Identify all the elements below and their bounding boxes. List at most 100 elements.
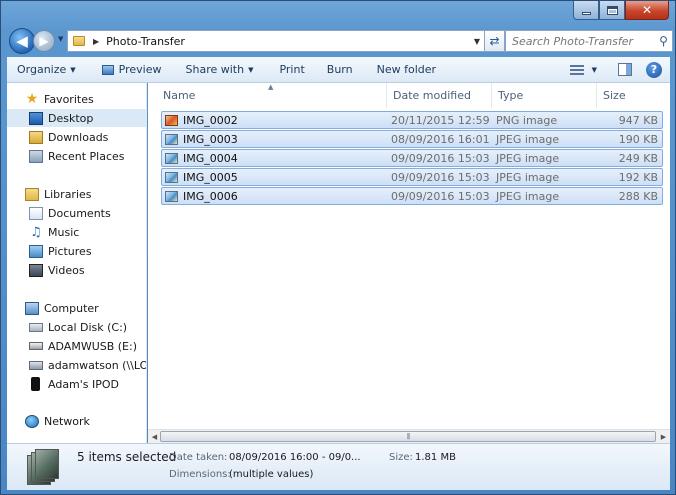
computer-header[interactable]: Computer xyxy=(25,299,99,317)
file-name-cell: IMG_0003 xyxy=(165,131,238,148)
close-icon: ✕ xyxy=(641,3,653,17)
close-button[interactable]: ✕ xyxy=(625,1,669,20)
nav-item-ipod[interactable]: Adam's IPOD xyxy=(29,375,119,393)
star-icon: ★ xyxy=(25,90,39,107)
navigation-pane: ★ Favorites Desktop Downloads Recent Plac… xyxy=(7,83,147,443)
change-view-button[interactable]: ▼ xyxy=(563,59,604,81)
explorer-window: ✕ ◀ ▶ ▼ ▶ Photo-Transfer ▼ ⇄ ⚲ Organize▼… xyxy=(0,0,676,495)
help-button[interactable]: ? xyxy=(646,61,662,78)
jpeg-image-icon xyxy=(165,153,178,164)
nav-label: Adam's IPOD xyxy=(48,377,120,391)
column-header-type[interactable]: Type xyxy=(491,83,596,108)
print-button[interactable]: Print xyxy=(272,59,311,81)
file-date: 08/09/2016 16:01 xyxy=(391,133,490,146)
breadcrumb-current[interactable]: Photo-Transfer xyxy=(106,35,470,48)
share-with-menu[interactable]: Share with ▼ xyxy=(179,59,261,81)
scroll-right-button[interactable]: ▶ xyxy=(658,431,669,442)
nav-item-network-drive[interactable]: adamwatson (\\LON xyxy=(29,356,146,374)
search-input[interactable] xyxy=(506,34,655,48)
hard-drive-icon xyxy=(29,322,43,332)
desktop-icon xyxy=(29,111,43,125)
address-history-dropdown[interactable]: ▼ xyxy=(470,37,484,46)
minimize-icon xyxy=(581,11,591,15)
caption-buttons: ✕ xyxy=(573,1,669,21)
scrollbar-thumb[interactable]: ||| xyxy=(160,431,656,442)
file-row[interactable]: IMG_0005 09/09/2016 15:03 JPEG image 192… xyxy=(161,168,663,186)
burn-button[interactable]: Burn xyxy=(320,59,360,81)
size-label: Size: xyxy=(389,452,413,463)
date-taken-value[interactable]: 08/09/2016 16:00 - 09/0... xyxy=(229,452,361,463)
minimize-button[interactable] xyxy=(573,1,599,20)
recent-places-icon xyxy=(29,149,43,163)
nav-label: Computer xyxy=(44,301,99,315)
column-header-row: Name ▲ Date modified Type Size xyxy=(148,83,670,108)
preview-button[interactable]: Preview xyxy=(95,59,169,81)
new-folder-label: New folder xyxy=(376,63,437,76)
nav-label: ADAMWUSB (E:) xyxy=(48,339,138,353)
chevron-down-icon: ▼ xyxy=(591,65,597,74)
column-header-date-modified[interactable]: Date modified xyxy=(386,83,491,108)
address-row: ◀ ▶ ▼ ▶ Photo-Transfer ▼ ⇄ ⚲ xyxy=(7,25,673,57)
file-row[interactable]: IMG_0004 09/09/2016 15:03 JPEG image 249… xyxy=(161,149,663,167)
refresh-button[interactable]: ⇄ xyxy=(485,30,505,52)
dimensions-value[interactable]: (multiple values) xyxy=(229,469,313,480)
forward-arrow-icon: ▶ xyxy=(39,34,49,48)
file-row[interactable]: IMG_0003 08/09/2016 16:01 JPEG image 190… xyxy=(161,130,663,148)
nav-item-recent-places[interactable]: Recent Places xyxy=(29,147,125,165)
file-type: JPEG image xyxy=(496,190,560,203)
nav-item-usb-drive[interactable]: ADAMWUSB (E:) xyxy=(29,337,137,355)
organize-menu[interactable]: Organize ▼ xyxy=(7,59,83,81)
nav-item-local-disk[interactable]: Local Disk (C:) xyxy=(29,318,127,336)
back-button[interactable]: ◀ xyxy=(9,28,35,54)
nav-label: Libraries xyxy=(44,187,92,201)
organize-label: Organize xyxy=(17,63,67,76)
libraries-header[interactable]: Libraries xyxy=(25,185,92,203)
scroll-left-button[interactable]: ◀ xyxy=(149,431,160,442)
nav-item-videos[interactable]: Videos xyxy=(29,261,85,279)
chevron-down-icon: ▼ xyxy=(70,65,76,74)
file-date: 20/11/2015 12:59 xyxy=(391,114,490,127)
details-pane: 5 items selected Date taken: 08/09/2016 … xyxy=(7,443,670,490)
chevron-down-icon: ▼ xyxy=(248,65,254,74)
network-header[interactable]: Network xyxy=(25,412,90,430)
nav-item-music[interactable]: ♫ Music xyxy=(29,223,79,241)
recent-pages-dropdown[interactable]: ▼ xyxy=(58,35,63,43)
nav-label: Desktop xyxy=(48,111,94,125)
favorites-header[interactable]: ★ Favorites xyxy=(25,90,94,108)
nav-item-documents[interactable]: Documents xyxy=(29,204,111,222)
pictures-icon xyxy=(29,244,43,258)
nav-item-pictures[interactable]: Pictures xyxy=(29,242,92,260)
address-bar[interactable]: ▶ Photo-Transfer ▼ xyxy=(67,30,485,52)
file-row[interactable]: IMG_0002 20/11/2015 12:59 PNG image 947 … xyxy=(161,111,663,129)
nav-label: Favorites xyxy=(44,92,94,106)
png-image-icon xyxy=(165,115,178,126)
nav-label: Documents xyxy=(48,206,111,220)
file-type: JPEG image xyxy=(496,171,560,184)
libraries-icon xyxy=(25,187,39,201)
file-row[interactable]: IMG_0006 09/09/2016 15:03 JPEG image 288… xyxy=(161,187,663,205)
toolbar-right: ▼ ? xyxy=(563,59,670,81)
preview-pane-button[interactable] xyxy=(618,63,632,76)
command-bar: Organize ▼ Preview Share with ▼ Print Burn… xyxy=(7,57,670,83)
nav-item-desktop[interactable]: Desktop xyxy=(7,109,146,127)
dimensions-label: Dimensions: xyxy=(169,469,231,480)
file-name-cell: IMG_0005 xyxy=(165,169,238,186)
nav-label: Music xyxy=(48,225,80,239)
column-header-size[interactable]: Size xyxy=(596,83,670,108)
usb-drive-icon xyxy=(29,342,43,350)
nav-label: Downloads xyxy=(48,130,109,144)
preview-icon xyxy=(101,64,114,75)
forward-button[interactable]: ▶ xyxy=(33,30,55,52)
maximize-button[interactable] xyxy=(599,1,625,20)
nav-item-downloads[interactable]: Downloads xyxy=(29,128,108,146)
network-drive-icon xyxy=(29,360,43,370)
file-list: Name ▲ Date modified Type Size IMG_0002 … xyxy=(148,83,670,429)
stacked-photos-icon xyxy=(35,449,59,479)
new-folder-button[interactable]: New folder xyxy=(370,59,443,81)
folder-icon xyxy=(73,36,85,46)
burn-label: Burn xyxy=(326,63,353,76)
horizontal-scrollbar[interactable]: ◀ ||| ▶ xyxy=(148,429,670,443)
computer-icon xyxy=(25,301,39,315)
breadcrumb-separator-icon[interactable]: ▶ xyxy=(93,37,99,46)
search-icon[interactable]: ⚲ xyxy=(655,34,672,48)
